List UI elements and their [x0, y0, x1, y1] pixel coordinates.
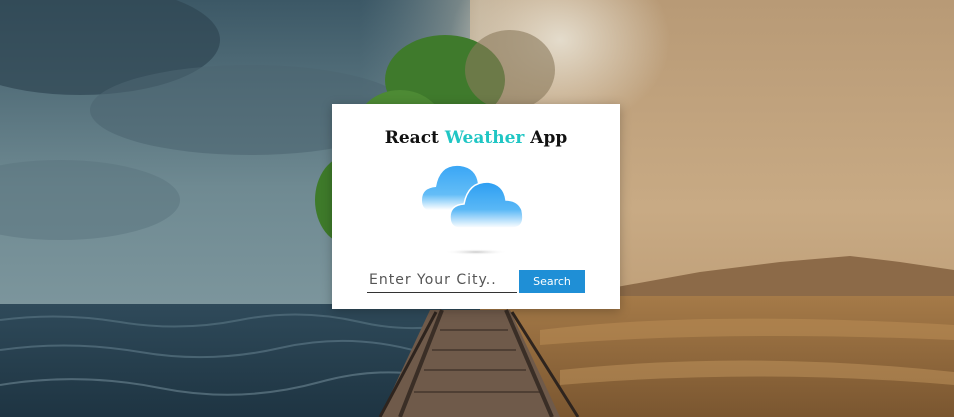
title-suffix: App [530, 128, 568, 148]
city-search-input[interactable] [367, 268, 517, 293]
search-form: Search [367, 268, 587, 294]
title-prefix: React [384, 128, 439, 148]
title-accent: Weather [444, 128, 525, 148]
app-title: React Weather App [332, 128, 620, 148]
cloud-icon [420, 160, 532, 256]
search-button[interactable]: Search [519, 270, 585, 293]
weather-card: React Weather App Enter Your City.. Sear… [332, 104, 620, 309]
